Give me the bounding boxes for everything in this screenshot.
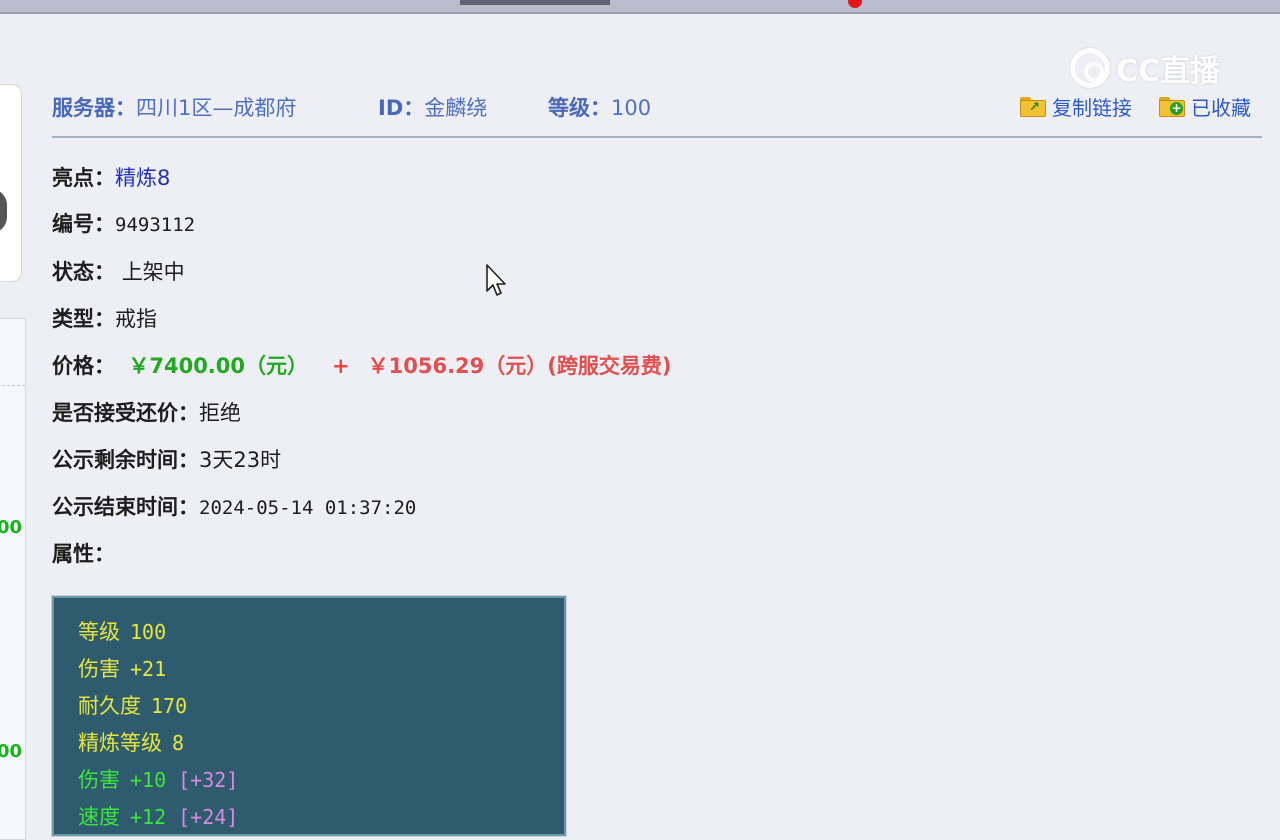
status-value: 上架中	[121, 260, 185, 284]
left-panel-number: 00	[0, 741, 23, 762]
attribute-value: +10	[130, 768, 167, 792]
left-panel-number: 00	[0, 517, 23, 538]
id-value: 金麟绕	[424, 96, 488, 120]
number-row: 编号：9493112	[52, 208, 195, 238]
attribute-line: 精炼等级 8	[78, 727, 184, 757]
attribute-line: 速度 +12 [+24]	[78, 801, 238, 831]
watermark-text: CC直播	[1116, 54, 1221, 89]
remaining-time-value: 3天23时	[199, 448, 282, 472]
attribute-name: 伤害	[78, 768, 120, 792]
attribute-value: 170	[151, 694, 188, 718]
folder-add-icon: +	[1159, 96, 1185, 117]
server-value: 四川1区—成都府	[136, 96, 297, 120]
attribute-line: 伤害 +21	[78, 653, 166, 683]
copy-link-label: 复制链接	[1052, 96, 1132, 120]
highlight-value: 精炼8	[115, 166, 171, 190]
highlight-row: 亮点：精炼8	[52, 162, 170, 192]
attributes-row: 属性：	[52, 538, 115, 568]
attribute-line: 等级 100	[78, 616, 166, 646]
attribute-value: 8	[172, 731, 185, 755]
cc-live-watermark: CC直播	[1070, 44, 1220, 92]
favorite-label: 已收藏	[1191, 96, 1251, 120]
number-value: 9493112	[115, 214, 196, 236]
top-bar-title-fragment	[460, 0, 610, 5]
attributes-label: 属性：	[52, 542, 115, 566]
price-plus: +	[332, 354, 350, 378]
counter-offer-label: 是否接受还价：	[52, 401, 199, 425]
end-time-label: 公示结束时间：	[52, 495, 199, 519]
number-label: 编号：	[52, 212, 115, 236]
cc-logo-icon	[1070, 48, 1110, 88]
level-label: 等级：	[548, 96, 611, 120]
counter-offer-value: 拒绝	[199, 401, 241, 425]
attribute-value: +21	[130, 657, 167, 681]
price-main: ￥7400.00（元）	[128, 354, 309, 378]
top-bar-red-mark	[848, 0, 862, 8]
left-side-panel: 00 00	[0, 318, 26, 840]
server-info: 服务器：四川1区—成都府	[52, 92, 296, 122]
attribute-name: 速度	[78, 805, 120, 829]
attribute-bonus: [+24]	[178, 805, 239, 829]
attribute-name: 伤害	[78, 657, 120, 681]
favorite-button[interactable]: + 已收藏	[1159, 92, 1251, 121]
status-label: 状态：	[52, 260, 115, 284]
copy-link-button[interactable]: ↗ 复制链接	[1020, 92, 1132, 121]
highlight-label: 亮点：	[52, 166, 115, 190]
attribute-value: 100	[130, 620, 167, 644]
end-time-row: 公示结束时间：2024-05-14 01:37:20	[52, 491, 416, 521]
end-time-value: 2024-05-14 01:37:20	[199, 497, 417, 519]
level-info: 等级：100	[548, 92, 651, 122]
price-row: 价格： ￥7400.00（元） + ￥1056.29（元）(跨服交易费)	[52, 350, 671, 380]
id-label: ID：	[378, 96, 425, 120]
price-cross-server-fee: ￥1056.29（元）(跨服交易费)	[367, 354, 672, 378]
mouse-cursor-icon	[486, 264, 506, 296]
price-label: 价格：	[52, 354, 115, 378]
panel-divider	[0, 385, 25, 386]
remaining-time-label: 公示剩余时间：	[52, 448, 199, 472]
status-row: 状态： 上架中	[52, 256, 185, 286]
attribute-name: 耐久度	[78, 694, 141, 718]
attribute-line: 伤害 +10 [+32]	[78, 764, 238, 794]
item-image-fragment	[0, 189, 7, 233]
type-label: 类型：	[52, 307, 115, 331]
counter-offer-row: 是否接受还价：拒绝	[52, 397, 241, 427]
type-row: 类型：戒指	[52, 303, 157, 333]
folder-share-icon: ↗	[1020, 96, 1046, 117]
attribute-name: 等级	[78, 620, 120, 644]
attribute-line: 耐久度 170	[78, 690, 187, 720]
level-value: 100	[611, 96, 652, 120]
top-bar	[0, 0, 1280, 14]
item-header-row: 服务器：四川1区—成都府 ID：金麟绕 等级：100 ↗ 复制链接 + 已收藏	[52, 90, 1262, 138]
remaining-time-row: 公示剩余时间：3天23时	[52, 444, 281, 474]
attribute-value: +12	[130, 805, 167, 829]
server-label: 服务器：	[52, 96, 136, 120]
attribute-bonus: [+32]	[178, 768, 239, 792]
left-item-card[interactable]	[0, 84, 22, 282]
seller-id-info: ID：金麟绕	[378, 92, 487, 122]
type-value: 戒指	[115, 307, 157, 331]
attribute-name: 精炼等级	[78, 731, 162, 755]
attributes-panel: 等级 100 伤害 +21 耐久度 170 精炼等级 8 伤害 +10 [+32] 速度 +1…	[52, 596, 566, 836]
